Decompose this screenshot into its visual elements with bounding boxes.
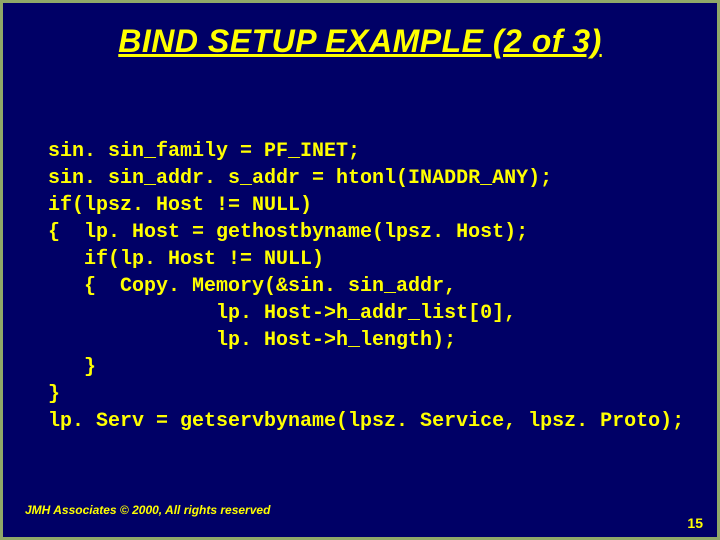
slide-title: BIND SETUP EXAMPLE (2 of 3) — [3, 23, 717, 60]
slide: BIND SETUP EXAMPLE (2 of 3) sin. sin_fam… — [0, 0, 720, 540]
code-block: sin. sin_family = PF_INET; sin. sin_addr… — [48, 138, 687, 435]
page-number: 15 — [687, 515, 703, 531]
footer-text: JMH Associates © 2000, All rights reserv… — [25, 503, 270, 517]
